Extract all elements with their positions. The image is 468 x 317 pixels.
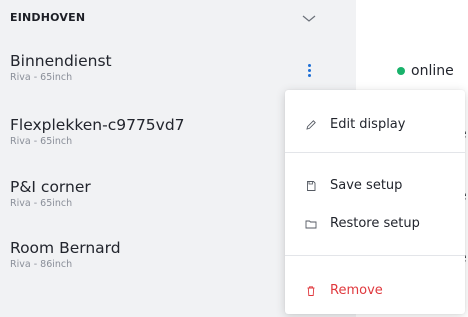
display-name: Flexplekken-c9775vd7 bbox=[10, 116, 185, 134]
folder-icon bbox=[305, 220, 317, 228]
display-model: Riva - 65inch bbox=[10, 136, 73, 147]
menu-item-label: Remove bbox=[330, 283, 383, 298]
save-setup-menu-item[interactable]: Save setup bbox=[305, 178, 402, 193]
context-menu: Edit display Save setup Restore setup Re… bbox=[285, 90, 465, 314]
display-name: Room Bernard bbox=[10, 239, 121, 257]
screen: EINDHOVEN Binnendienst Riva - 65inch Fle… bbox=[0, 0, 468, 317]
display-name: P&I corner bbox=[10, 178, 91, 196]
trash-icon bbox=[307, 285, 315, 296]
group-title: EINDHOVEN bbox=[10, 11, 86, 24]
menu-divider bbox=[285, 255, 465, 256]
remove-menu-item[interactable]: Remove bbox=[305, 283, 383, 298]
menu-item-label: Restore setup bbox=[330, 216, 420, 231]
display-item-room-bernard[interactable]: Room Bernard Riva - 86inch bbox=[10, 239, 310, 270]
chevron-down-icon[interactable] bbox=[301, 12, 317, 24]
status-dot-icon bbox=[397, 67, 405, 75]
display-name: Binnendienst bbox=[10, 52, 112, 70]
display-item-flexplekken[interactable]: Flexplekken-c9775vd7 Riva - 65inch bbox=[10, 116, 310, 147]
edit-display-menu-item[interactable]: Edit display bbox=[305, 117, 405, 132]
menu-item-label: Edit display bbox=[330, 117, 406, 132]
display-model: Riva - 65inch bbox=[10, 72, 73, 83]
status-label: online bbox=[411, 63, 454, 79]
pencil-icon bbox=[306, 119, 316, 130]
display-item-binnendienst[interactable]: Binnendienst Riva - 65inch bbox=[10, 52, 310, 83]
menu-item-label: Save setup bbox=[330, 178, 403, 193]
display-item-pi-corner[interactable]: P&I corner Riva - 65inch bbox=[10, 178, 310, 209]
display-model: Riva - 65inch bbox=[10, 198, 73, 209]
menu-divider bbox=[285, 152, 465, 153]
save-icon bbox=[307, 180, 316, 191]
display-model: Riva - 86inch bbox=[10, 259, 73, 270]
restore-setup-menu-item[interactable]: Restore setup bbox=[305, 216, 420, 231]
status-online: online bbox=[397, 63, 454, 79]
more-options-icon[interactable] bbox=[302, 60, 316, 80]
